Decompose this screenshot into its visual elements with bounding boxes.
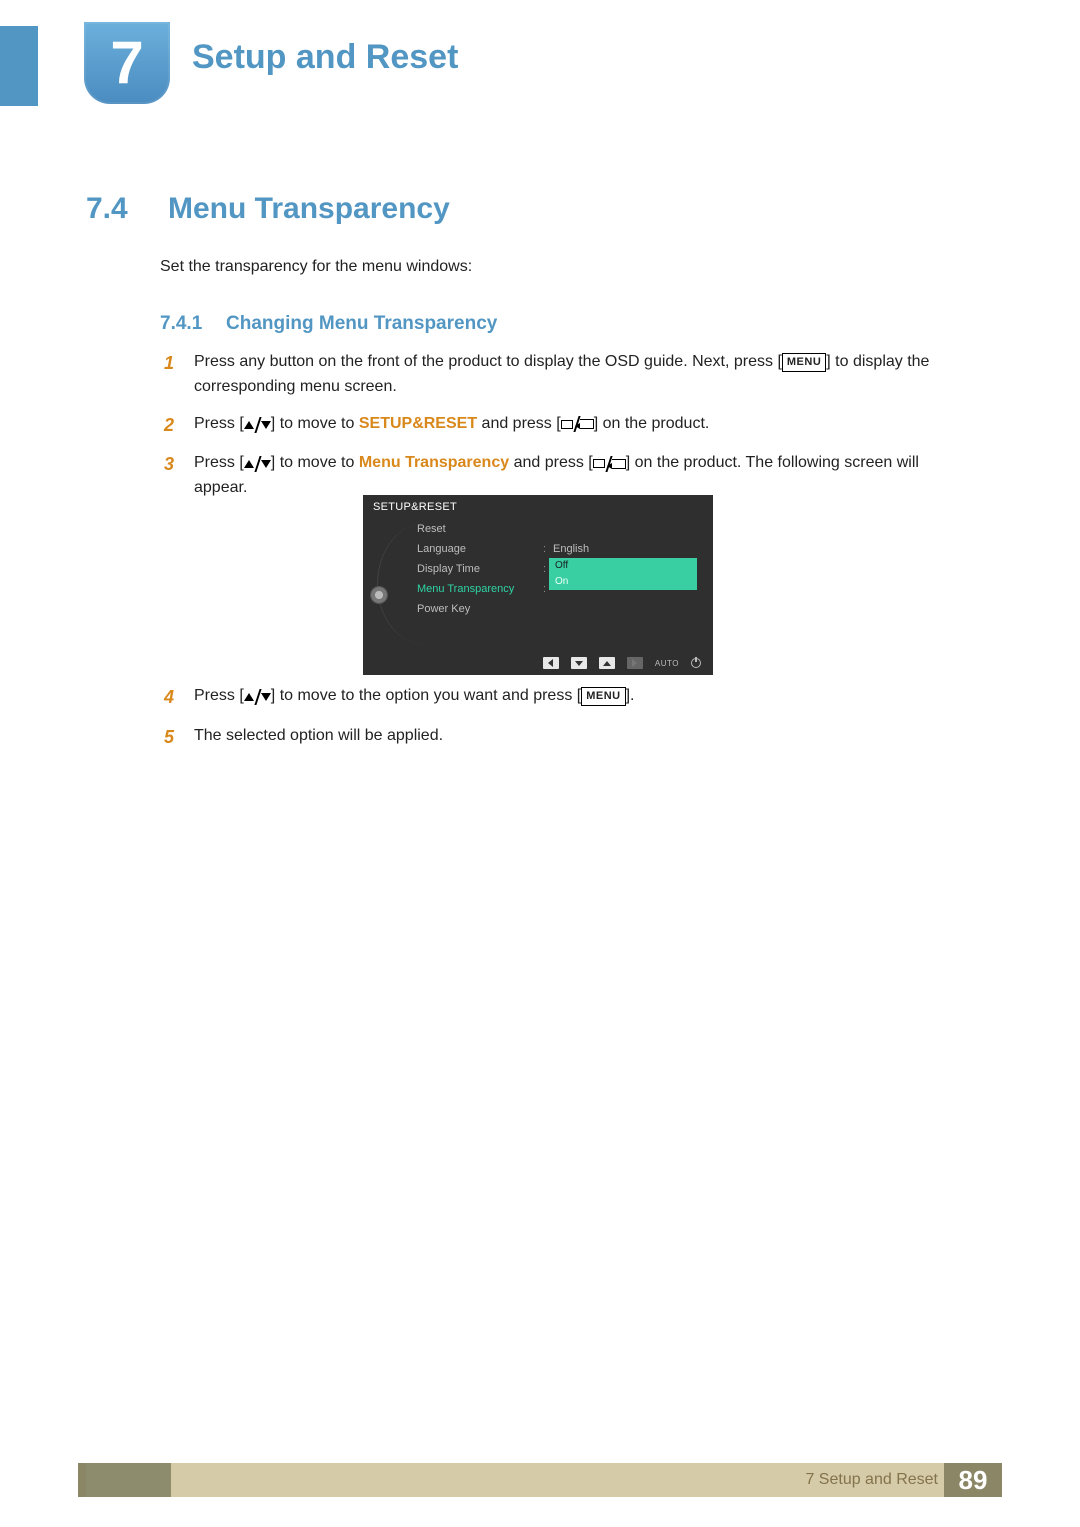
text: Press [ bbox=[194, 415, 244, 432]
step-text: The selected option will be applied. bbox=[194, 724, 964, 752]
step-number: 1 bbox=[164, 350, 178, 400]
power-icon bbox=[691, 658, 701, 668]
target-name: SETUP&RESET bbox=[359, 415, 477, 432]
osd-nav-up-icon bbox=[599, 657, 615, 669]
osd-row-power-key: Power Key bbox=[417, 599, 701, 619]
footer-text: 7 Setup and Reset bbox=[805, 1471, 938, 1489]
text: Press [ bbox=[194, 687, 244, 704]
label: Menu Transparency bbox=[417, 583, 543, 595]
chapter-badge: 7 bbox=[84, 22, 170, 104]
osd-row-reset: Reset bbox=[417, 519, 701, 539]
step-number: 3 bbox=[164, 451, 178, 501]
footer-accent bbox=[86, 1463, 171, 1497]
value: English bbox=[553, 543, 589, 555]
steps-list: 1 Press any button on the front of the p… bbox=[164, 350, 964, 513]
osd-bottom-bar: AUTO bbox=[363, 657, 713, 669]
intro-text: Set the transparency for the menu window… bbox=[160, 258, 472, 276]
gear-icon bbox=[371, 587, 387, 603]
step-2: 2 Press [ ] to move to SETUP&RESET and pr… bbox=[164, 412, 964, 440]
subsection-number: 7.4.1 bbox=[160, 313, 202, 335]
section-title: Menu Transparency bbox=[168, 192, 450, 226]
label: Display Time bbox=[417, 563, 543, 575]
text: ] to move to the option you want and pre… bbox=[271, 687, 581, 704]
text: ] to move to bbox=[271, 454, 359, 471]
osd-nav-down-icon bbox=[571, 657, 587, 669]
osd-auto-label: AUTO bbox=[655, 659, 679, 668]
footer-page-number: 89 bbox=[944, 1463, 1002, 1497]
colon: : bbox=[543, 543, 553, 555]
text: Press [ bbox=[194, 454, 244, 471]
osd-title: SETUP&RESET bbox=[363, 495, 713, 517]
osd-nav-right-icon bbox=[627, 657, 643, 669]
step-text: Press [ ] to move to the option you want … bbox=[194, 684, 964, 712]
step-1: 1 Press any button on the front of the p… bbox=[164, 350, 964, 400]
label: Reset bbox=[417, 523, 543, 535]
step-number: 5 bbox=[164, 724, 178, 752]
step-5: 5 The selected option will be applied. bbox=[164, 724, 964, 752]
text: ]. bbox=[626, 687, 635, 704]
osd-nav-left-icon bbox=[543, 657, 559, 669]
step-number: 4 bbox=[164, 684, 178, 712]
step-text: Press [ ] to move to SETUP&RESET and pres… bbox=[194, 412, 964, 440]
section-number: 7.4 bbox=[86, 192, 128, 226]
up-down-icon bbox=[244, 457, 271, 471]
text: ] to move to bbox=[271, 415, 359, 432]
osd-option-off: Off bbox=[549, 558, 697, 574]
step-3: 3 Press [ ] to move to Menu Transparency … bbox=[164, 451, 964, 501]
chapter-title: Setup and Reset bbox=[192, 38, 458, 77]
step-4: 4 Press [ ] to move to the option you wan… bbox=[164, 684, 964, 712]
steps-list-lower: 4 Press [ ] to move to the option you wan… bbox=[164, 684, 964, 764]
subsection-title: Changing Menu Transparency bbox=[226, 313, 497, 335]
step-text: Press [ ] to move to Menu Transparency an… bbox=[194, 451, 964, 501]
step-text: Press any button on the front of the pro… bbox=[194, 350, 964, 400]
menu-box: MENU bbox=[581, 687, 625, 706]
rect-enter-icon bbox=[561, 417, 594, 431]
osd-screenshot: SETUP&RESET Reset Language:English Displ… bbox=[363, 495, 713, 675]
label: Language bbox=[417, 543, 543, 555]
text: ] on the product. bbox=[594, 415, 710, 432]
step-number: 2 bbox=[164, 412, 178, 440]
side-strip bbox=[0, 26, 38, 106]
osd-row-language: Language:English bbox=[417, 539, 701, 559]
text: and press [ bbox=[477, 415, 561, 432]
menu-box: MENU bbox=[782, 353, 826, 372]
up-down-icon bbox=[244, 418, 271, 432]
target-name: Menu Transparency bbox=[359, 454, 509, 471]
up-down-icon bbox=[244, 690, 271, 704]
osd-option-on: On bbox=[549, 574, 697, 590]
text: and press [ bbox=[509, 454, 593, 471]
label: Power Key bbox=[417, 603, 543, 615]
text: Press any button on the front of the pro… bbox=[194, 353, 782, 370]
footer-bar: 7 Setup and Reset 89 bbox=[78, 1463, 1002, 1497]
chapter-number: 7 bbox=[110, 33, 143, 93]
osd-dropdown: Off On bbox=[549, 558, 697, 590]
rect-enter-icon bbox=[593, 457, 626, 471]
